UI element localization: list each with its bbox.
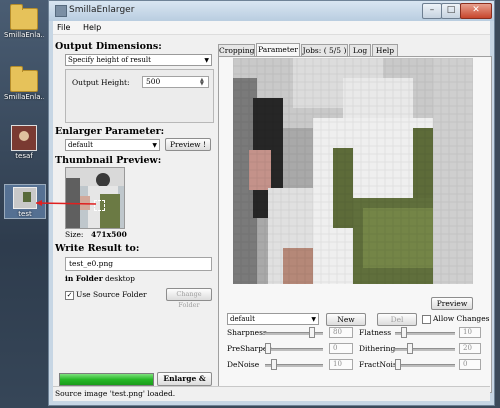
drag-arrow-overlay xyxy=(35,200,97,206)
drag-line xyxy=(35,202,97,205)
arrow-head-icon xyxy=(36,200,42,206)
